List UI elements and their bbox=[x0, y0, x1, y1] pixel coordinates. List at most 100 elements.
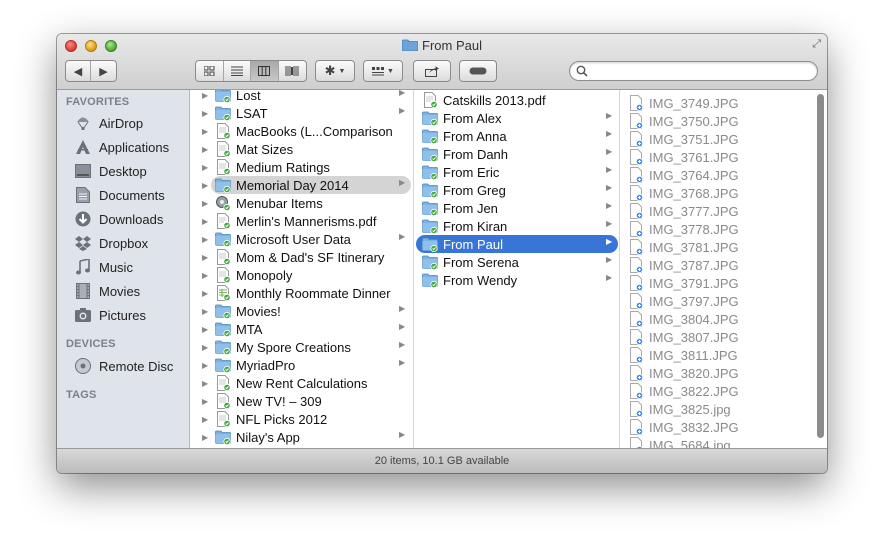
list-item-label: Catskills 2013.pdf bbox=[443, 92, 546, 108]
list-item-mat-sizes[interactable]: Mat Sizes bbox=[211, 140, 411, 158]
column-view-button[interactable] bbox=[251, 61, 279, 81]
list-item-img-3822-jpg[interactable]: IMG_3822.JPG bbox=[622, 382, 812, 400]
parent-disclosure-arrow-icon: ▶ bbox=[202, 91, 209, 100]
list-item-img-3825-jpg[interactable]: IMG_3825.jpg bbox=[622, 400, 812, 418]
list-item-label: Merlin's Mannerisms.pdf bbox=[236, 213, 377, 229]
list-item-new-rent-calculations[interactable]: New Rent Calculations bbox=[211, 374, 411, 392]
list-item-img-3797-jpg[interactable]: IMG_3797.JPG bbox=[622, 292, 812, 310]
icon-view-button[interactable] bbox=[196, 61, 224, 81]
list-item-lost[interactable]: Lost ▶ bbox=[211, 90, 411, 104]
list-item-img-3778-jpg[interactable]: IMG_3778.JPG bbox=[622, 220, 812, 238]
list-item-label: From Anna bbox=[443, 128, 507, 144]
sidebar-item-applications[interactable]: Applications bbox=[73, 136, 188, 158]
image-file-icon bbox=[628, 113, 644, 130]
sidebar-item-remote-disc[interactable]: Remote Disc bbox=[73, 355, 188, 377]
list-item-img-3777-jpg[interactable]: IMG_3777.JPG bbox=[622, 202, 812, 220]
arrange-menu-button[interactable]: ▼ bbox=[363, 60, 403, 82]
list-item-label: Memorial Day 2014 bbox=[236, 177, 349, 193]
list-item-new-tv-309[interactable]: New TV! – 309 bbox=[211, 392, 411, 410]
list-item-img-3820-jpg[interactable]: IMG_3820.JPG bbox=[622, 364, 812, 382]
list-item-img-3787-jpg[interactable]: IMG_3787.JPG bbox=[622, 256, 812, 274]
list-item-label: Mom & Dad's SF Itinerary bbox=[236, 249, 385, 265]
list-item-from-serena[interactable]: From Serena ▶ bbox=[416, 253, 618, 271]
list-item-img-3804-jpg[interactable]: IMG_3804.JPG bbox=[622, 310, 812, 328]
list-item-catskills-2013-pdf[interactable]: Catskills 2013.pdf bbox=[416, 91, 618, 109]
search-input[interactable] bbox=[592, 64, 812, 78]
list-item-macbooks-l-comparison[interactable]: MacBooks (L...Comparison bbox=[211, 122, 411, 140]
list-item-img-3768-jpg[interactable]: IMG_3768.JPG bbox=[622, 184, 812, 202]
list-item-lsat[interactable]: LSAT ▶ bbox=[211, 104, 411, 122]
sidebar-item-documents[interactable]: Documents bbox=[73, 184, 188, 206]
column-2: Catskills 2013.pdf From Alex ▶ From Anna ▶ Fr… bbox=[415, 90, 620, 448]
sidebar-item-airdrop[interactable]: AirDrop bbox=[73, 112, 188, 134]
list-item-img-3807-jpg[interactable]: IMG_3807.JPG bbox=[622, 328, 812, 346]
action-menu-button[interactable]: ✱ ▼ bbox=[315, 60, 355, 82]
sidebar-item-downloads[interactable]: Downloads bbox=[73, 208, 188, 230]
image-file-icon bbox=[628, 221, 644, 238]
list-item-img-3751-jpg[interactable]: IMG_3751.JPG bbox=[622, 130, 812, 148]
list-item-label: IMG_3761.JPG bbox=[649, 149, 739, 165]
list-item-mom-dad-s-sf-itinerary[interactable]: Mom & Dad's SF Itinerary bbox=[211, 248, 411, 266]
disclosure-arrow-icon: ▶ bbox=[606, 219, 613, 228]
image-file-icon bbox=[628, 365, 644, 382]
list-item-img-3832-jpg[interactable]: IMG_3832.JPG bbox=[622, 418, 812, 436]
list-item-img-3791-jpg[interactable]: IMG_3791.JPG bbox=[622, 274, 812, 292]
list-item-img-3781-jpg[interactable]: IMG_3781.JPG bbox=[622, 238, 812, 256]
list-item-img-3749-jpg[interactable]: IMG_3749.JPG bbox=[622, 94, 812, 112]
disclosure-arrow-icon: ▶ bbox=[606, 237, 613, 246]
list-item-mta[interactable]: MTA ▶ bbox=[211, 320, 411, 338]
list-item-from-wendy[interactable]: From Wendy ▶ bbox=[416, 271, 618, 289]
list-item-from-greg[interactable]: From Greg ▶ bbox=[416, 181, 618, 199]
sidebar-item-music[interactable]: Music bbox=[73, 256, 188, 278]
list-item-memorial-day-2014[interactable]: Memorial Day 2014 ▶ bbox=[211, 176, 411, 194]
list-item-myriadpro[interactable]: MyriadPro ▶ bbox=[211, 356, 411, 374]
list-item-from-paul[interactable]: From Paul ▶ bbox=[416, 235, 618, 253]
list-item-label: MacBooks (L...Comparison bbox=[236, 123, 393, 139]
folder-icon bbox=[215, 105, 231, 122]
parent-disclosure-arrow-icon: ▶ bbox=[202, 163, 209, 172]
scrollbar[interactable] bbox=[817, 94, 824, 438]
forward-button[interactable]: ▶ bbox=[91, 61, 116, 81]
list-item-from-alex[interactable]: From Alex ▶ bbox=[416, 109, 618, 127]
list-item-img-3764-jpg[interactable]: IMG_3764.JPG bbox=[622, 166, 812, 184]
fullscreen-icon[interactable]: ⤢ bbox=[812, 38, 821, 51]
coverflow-view-button[interactable] bbox=[279, 61, 306, 81]
list-item-medium-ratings[interactable]: Medium Ratings bbox=[211, 158, 411, 176]
list-item-label: IMG_3777.JPG bbox=[649, 203, 739, 219]
list-item-microsoft-user-data[interactable]: Microsoft User Data ▶ bbox=[211, 230, 411, 248]
list-item-nfl-picks-2012[interactable]: NFL Picks 2012 bbox=[211, 410, 411, 428]
back-button[interactable]: ◀ bbox=[66, 61, 92, 81]
list-item-img-3811-jpg[interactable]: IMG_3811.JPG bbox=[622, 346, 812, 364]
list-item-menubar-items[interactable]: Menubar Items bbox=[211, 194, 411, 212]
list-item-from-jen[interactable]: From Jen ▶ bbox=[416, 199, 618, 217]
sidebar-item-desktop[interactable]: Desktop bbox=[73, 160, 188, 182]
doc-icon bbox=[215, 123, 231, 140]
tags-button[interactable] bbox=[459, 60, 497, 82]
list-item-merlin-s-mannerisms-pdf[interactable]: Merlin's Mannerisms.pdf bbox=[211, 212, 411, 230]
disclosure-arrow-icon: ▶ bbox=[399, 304, 406, 313]
list-item-from-kiran[interactable]: From Kiran ▶ bbox=[416, 217, 618, 235]
list-item-monopoly[interactable]: Monopoly bbox=[211, 266, 411, 284]
list-item-my-spore-creations[interactable]: My Spore Creations ▶ bbox=[211, 338, 411, 356]
sidebar-item-pictures[interactable]: Pictures bbox=[73, 304, 188, 326]
list-item-label: IMG_3781.JPG bbox=[649, 239, 739, 255]
list-item-img-3761-jpg[interactable]: IMG_3761.JPG bbox=[622, 148, 812, 166]
disclosure-arrow-icon: ▶ bbox=[606, 147, 613, 156]
search-field[interactable] bbox=[569, 61, 818, 81]
sidebar-item-movies[interactable]: Movies bbox=[73, 280, 188, 302]
sidebar-item-dropbox[interactable]: Dropbox bbox=[73, 232, 188, 254]
window-title-text: From Paul bbox=[422, 38, 482, 53]
list-item-from-eric[interactable]: From Eric ▶ bbox=[416, 163, 618, 181]
list-item-label: IMG_3832.JPG bbox=[649, 419, 739, 435]
list-item-movies[interactable]: Movies! ▶ bbox=[211, 302, 411, 320]
list-item-nilay-s-app[interactable]: Nilay's App ▶ bbox=[211, 428, 411, 446]
doc-icon bbox=[215, 159, 231, 176]
list-item-label: My Spore Creations bbox=[236, 339, 351, 355]
list-item-from-danh[interactable]: From Danh ▶ bbox=[416, 145, 618, 163]
list-item-img-3750-jpg[interactable]: IMG_3750.JPG bbox=[622, 112, 812, 130]
list-item-from-anna[interactable]: From Anna ▶ bbox=[416, 127, 618, 145]
list-item-img-5684-jpg[interactable]: IMG_5684.jpg bbox=[622, 436, 812, 448]
list-item-monthly-roommate-dinner[interactable]: Monthly Roommate Dinner bbox=[211, 284, 411, 302]
share-button[interactable] bbox=[413, 60, 451, 82]
list-view-button[interactable] bbox=[224, 61, 251, 81]
